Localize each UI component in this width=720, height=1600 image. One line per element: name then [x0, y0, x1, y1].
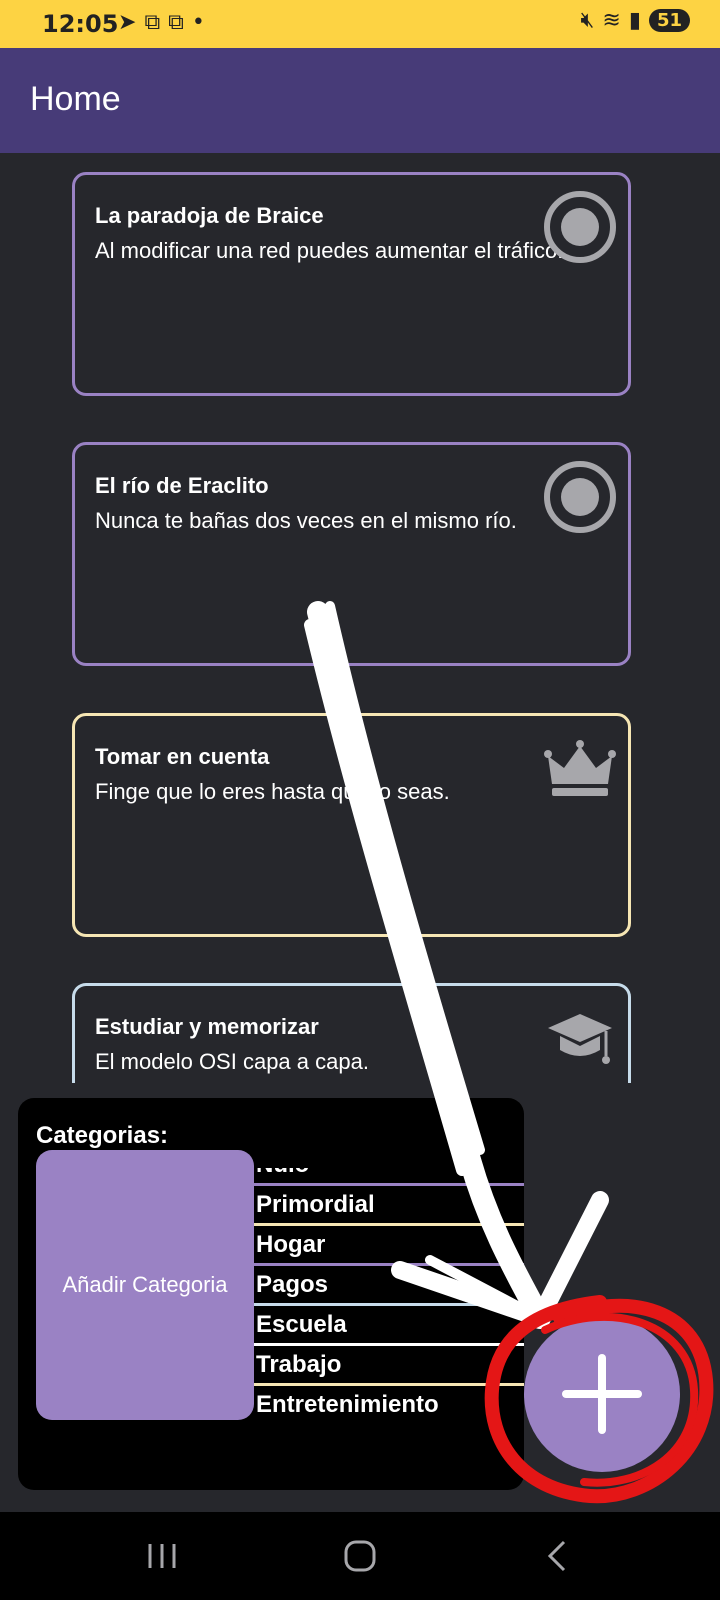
category-item[interactable]: Nulo: [254, 1168, 524, 1186]
category-item[interactable]: Hogar: [254, 1226, 524, 1266]
category-item[interactable]: Trabajo: [254, 1346, 524, 1386]
card-title: La paradoja de Braice: [95, 203, 324, 228]
note-card[interactable]: Estudiar y memorizar El modelo OSI capa …: [72, 983, 631, 1083]
note-card[interactable]: Tomar en cuenta Finge que lo eres hasta …: [72, 713, 631, 937]
home-icon[interactable]: [340, 1536, 380, 1576]
card-text: Finge que lo eres hasta que lo seas.: [95, 779, 450, 804]
status-time: 12:05: [42, 10, 119, 38]
telegram-icon: ➤: [118, 10, 137, 35]
wifi-icon: ≋: [602, 8, 621, 33]
radio-circle-icon[interactable]: [542, 459, 618, 535]
card-title: El río de Eraclito: [95, 473, 269, 498]
system-nav-bar: [0, 1512, 720, 1600]
category-item[interactable]: Entretenimiento: [254, 1386, 524, 1418]
card-text: Al modificar una red puedes aumentar el …: [95, 238, 564, 263]
categories-label: Categorias:: [36, 1122, 169, 1149]
status-bar: 12:05 ➤ ⧉ ⧉ • 🔇︎ ≋ ▮ 51: [0, 0, 720, 48]
card-title: Estudiar y memorizar: [95, 1014, 319, 1039]
add-category-button[interactable]: Añadir Categoria: [36, 1150, 254, 1420]
dot-icon: •: [191, 10, 205, 35]
back-icon[interactable]: [538, 1536, 578, 1576]
app-bar: Home: [0, 48, 720, 153]
radio-circle-icon[interactable]: [542, 189, 618, 265]
add-note-button[interactable]: [524, 1316, 680, 1472]
category-list[interactable]: Nulo Primordial Hogar Pagos Escuela Trab…: [254, 1168, 524, 1418]
category-item[interactable]: Pagos: [254, 1266, 524, 1306]
card-title: Tomar en cuenta: [95, 744, 270, 769]
category-item[interactable]: Escuela: [254, 1306, 524, 1346]
note-card[interactable]: La paradoja de Braice Al modificar una r…: [72, 172, 631, 396]
category-item[interactable]: Primordial: [254, 1186, 524, 1226]
graduation-cap-icon: [548, 1014, 612, 1064]
crown-icon: [544, 740, 616, 796]
page-title: Home: [30, 80, 121, 118]
card-text: El modelo OSI capa a capa.: [95, 1049, 369, 1074]
battery-indicator: 51: [648, 9, 690, 32]
signal-icon: ▮: [628, 8, 641, 33]
youtube-icon: ⧉: [144, 10, 161, 35]
mute-icon: 🔇︎: [580, 8, 595, 33]
categories-panel: Categorias: Añadir Categoria Nulo Primor…: [18, 1098, 524, 1490]
youtube-icon: ⧉: [168, 10, 184, 35]
plus-icon: [562, 1354, 642, 1434]
card-text: Nunca te bañas dos veces en el mismo río…: [95, 508, 517, 533]
note-card[interactable]: El río de Eraclito Nunca te bañas dos ve…: [72, 442, 631, 666]
recents-icon[interactable]: [142, 1536, 182, 1576]
